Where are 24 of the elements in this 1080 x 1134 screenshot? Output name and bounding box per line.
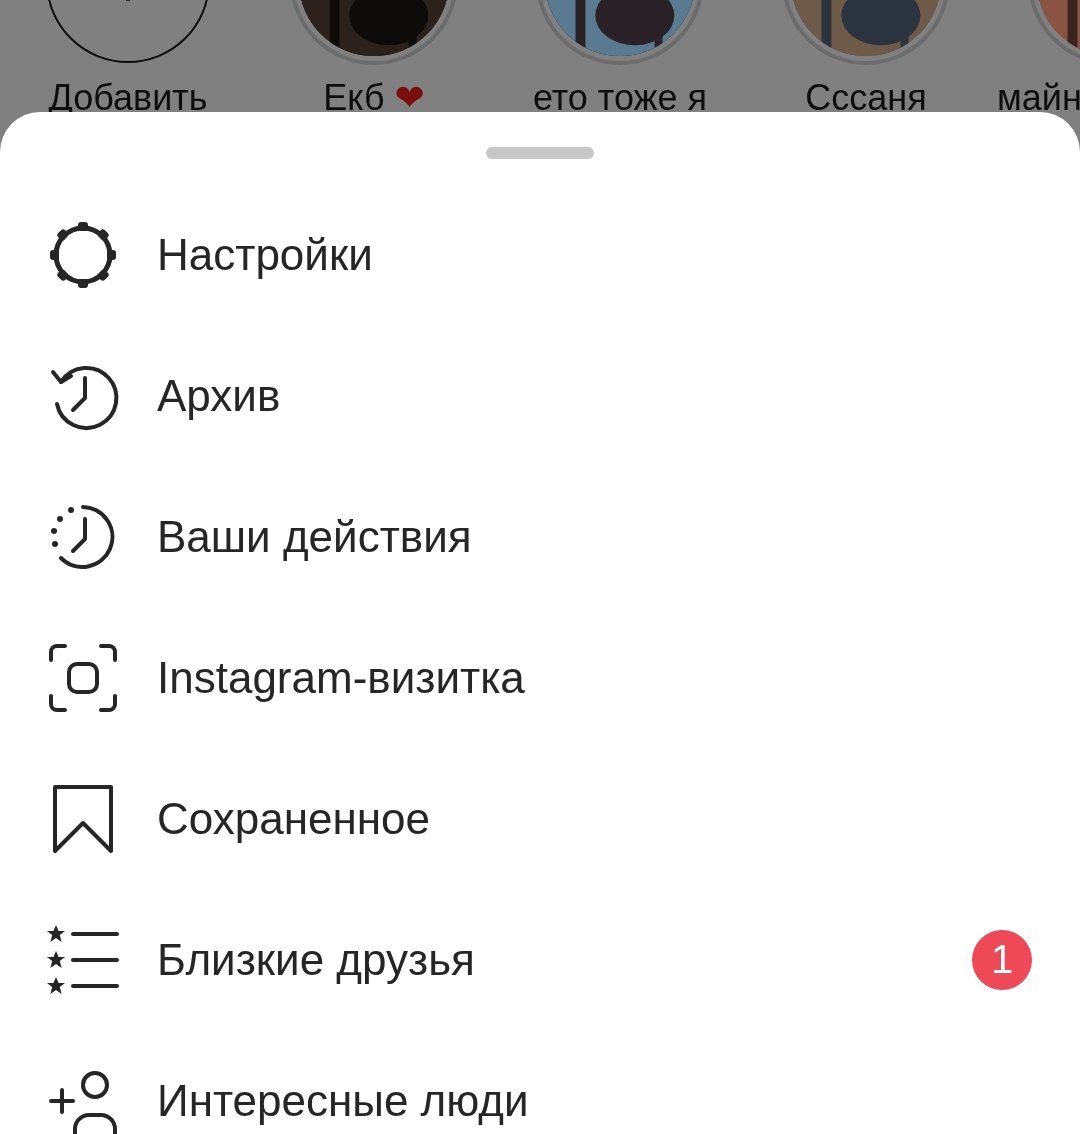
star-list-icon (47, 923, 119, 996)
menu-label: Ваши действия (157, 511, 473, 562)
story-label: Добавить (48, 77, 208, 119)
menu-item[interactable]: Ваши действия (0, 466, 1080, 607)
story-label: Сссаня (805, 77, 927, 119)
story-label: ето тоже я (532, 77, 708, 119)
menu-item[interactable]: Близкие друзья 1 (0, 889, 1080, 1030)
notification-badge: 1 (972, 929, 1032, 990)
menu-item[interactable]: Интересные люди (0, 1030, 1080, 1134)
menu-label: Instagram-визитка (157, 652, 526, 703)
story-label: Екб (323, 77, 385, 119)
menu-item[interactable]: Сохраненное (0, 748, 1080, 889)
menu-label: Близкие друзья (157, 934, 476, 985)
story-label: майн (997, 77, 1080, 119)
scan-frame-icon (47, 641, 119, 714)
menu-item[interactable]: Instagram-визитка (0, 607, 1080, 748)
menu-item[interactable]: Настройки (0, 184, 1080, 325)
drag-handle[interactable] (486, 147, 594, 159)
menu-label: Сохраненное (157, 793, 431, 844)
menu-item[interactable]: Архив (0, 325, 1080, 466)
menu-label: Настройки (157, 229, 374, 280)
menu-label: Интересные люди (157, 1075, 530, 1126)
heart-emoji: ❤ (394, 77, 425, 119)
menu-label: Архив (157, 370, 282, 421)
